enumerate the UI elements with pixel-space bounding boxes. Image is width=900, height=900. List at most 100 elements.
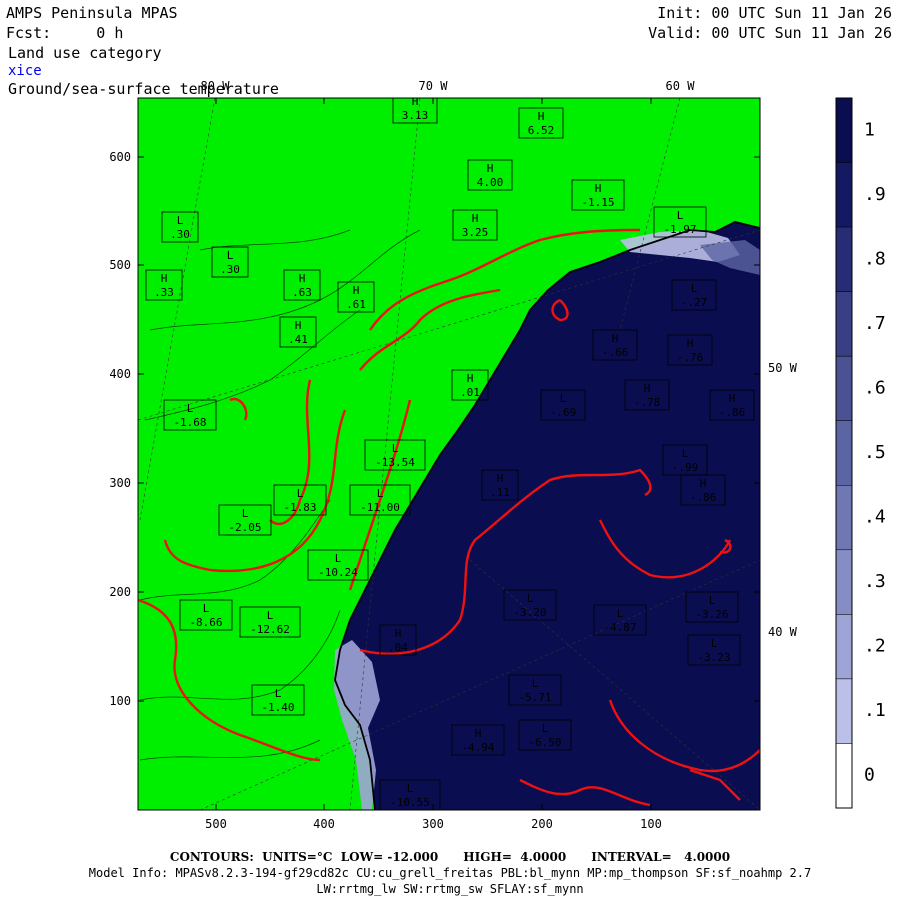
colorbar-segment — [835, 226, 853, 292]
extremum-value: -1.40 — [261, 701, 294, 714]
extremum-value: -1.83 — [283, 501, 316, 514]
extremum-value: 6.52 — [528, 124, 555, 137]
extremum-type: H — [161, 272, 168, 285]
extremum-type: L — [267, 609, 274, 622]
extremum-type: L — [227, 249, 234, 262]
longitude-label: 60 W — [666, 79, 696, 93]
extremum-type: H — [487, 162, 494, 175]
extremum-type: H — [538, 110, 545, 123]
colorbar-label: .6 — [864, 377, 886, 398]
extremum-value: -.76 — [677, 351, 704, 364]
extremum-type: L — [617, 607, 624, 620]
extremum-value: -.69 — [550, 406, 577, 419]
extremum-type: H — [395, 627, 402, 640]
extremum-value: .33 — [154, 286, 174, 299]
colorbar-segment — [835, 614, 853, 680]
extremum-value: -.78 — [634, 396, 661, 409]
extremum-value: .11 — [490, 486, 510, 499]
y-tick-label: 500 — [109, 258, 131, 272]
extremum-value: -11.00 — [360, 501, 400, 514]
extremum-type: L — [709, 594, 716, 607]
x-tick-label: 100 — [640, 817, 662, 831]
y-tick-label: 400 — [109, 367, 131, 381]
extremum-type: H — [687, 337, 694, 350]
longitude-label: 40 W — [768, 625, 798, 639]
colorbar-label: .4 — [864, 507, 886, 528]
colorbar-label: 1 — [864, 119, 875, 140]
colorbar-segment — [835, 485, 853, 551]
extremum-value: .61 — [346, 298, 366, 311]
extremum-value: -10.24 — [318, 566, 358, 579]
extremum-value: -1.15 — [581, 196, 614, 209]
colorbar-label: .5 — [864, 442, 886, 463]
longitude-label: 50 W — [768, 361, 798, 375]
y-tick-label: 100 — [109, 694, 131, 708]
extremum-value: 3.25 — [462, 226, 489, 239]
colorbar-label: 0 — [864, 765, 875, 786]
extremum-type: H — [612, 332, 619, 345]
extremum-type: H — [353, 284, 360, 297]
y-tick-label: 600 — [109, 150, 131, 164]
extremum-type: L — [187, 402, 194, 415]
map-plot-area: H3.13 H6.52H4.00H3.25L.30L.30H.33H.63 H.61… — [138, 98, 760, 810]
extremum-value: -.27 — [681, 296, 708, 309]
extremum-value: -2.05 — [228, 521, 261, 534]
x-tick-label: 200 — [531, 817, 553, 831]
extremum-value: 4.00 — [477, 176, 504, 189]
extremum-value: .41 — [288, 333, 308, 346]
extremum-value: -8.66 — [189, 616, 222, 629]
extremum-value: -12.62 — [250, 623, 290, 636]
extremum-type: H — [475, 727, 482, 740]
extremum-type: L — [527, 592, 534, 605]
colorbar: 1 .9 .8 .7 .6 .5 .4 .3 .2 .1 0 — [835, 97, 886, 809]
colorbar-label: .2 — [864, 636, 886, 657]
extremum-type: H — [700, 477, 707, 490]
colorbar-segment — [835, 549, 853, 615]
extremum-value: -1.97 — [663, 223, 696, 236]
extremum-type: L — [203, 602, 210, 615]
colorbar-segment — [835, 291, 853, 357]
extremum-value: -.86 — [690, 491, 717, 504]
map-panel: H3.13 H6.52H4.00H3.25L.30L.30H.33H.63 H.61… — [109, 79, 886, 831]
extremum-value: -3.26 — [695, 608, 728, 621]
extremum-type: L — [392, 442, 399, 455]
colorbar-segment — [835, 162, 853, 228]
colorbar-label: .3 — [864, 571, 886, 592]
extremum-value: -3.23 — [697, 651, 730, 664]
extremum-type: L — [275, 687, 282, 700]
extremum-value: -.66 — [602, 346, 629, 359]
extremum-type: L — [542, 722, 549, 735]
extremum-value: .63 — [292, 286, 312, 299]
extremum-type: L — [242, 507, 249, 520]
extremum-type: L — [682, 447, 689, 460]
extremum-value: .30 — [170, 228, 190, 241]
colorbar-label: .1 — [864, 700, 886, 721]
extremum-type: L — [377, 487, 384, 500]
extremum-value: -10.55 — [390, 796, 430, 809]
colorbar-segment — [835, 743, 853, 809]
x-tick-label: 400 — [313, 817, 335, 831]
extremum-value: -5.71 — [518, 691, 551, 704]
colorbar-label: .8 — [864, 248, 886, 269]
extremum-type: L — [691, 282, 698, 295]
colorbar-label: .9 — [864, 184, 886, 205]
extremum-type: L — [711, 637, 718, 650]
y-tick-label: 300 — [109, 476, 131, 490]
extremum-value: -.86 — [719, 406, 746, 419]
extremum-type: L — [177, 214, 184, 227]
extremum-type: H — [729, 392, 736, 405]
extremum-value: .30 — [220, 263, 240, 276]
extremum-type: H — [595, 182, 602, 195]
extremum-type: H — [295, 319, 302, 332]
extremum-type: L — [297, 487, 304, 500]
extremum-type: H — [644, 382, 651, 395]
extremum-value: 3.13 — [402, 109, 429, 122]
contours-info: CONTOURS: UNITS=°C LOW= -12.000 HIGH= 4.… — [169, 850, 731, 864]
longitude-label: 80 W — [201, 79, 231, 93]
extremum-value: -1.68 — [173, 416, 206, 429]
extremum-value: -4.94 — [461, 741, 494, 754]
extremum-type: L — [407, 782, 414, 795]
extremum-type: H — [472, 212, 479, 225]
y-tick-label: 200 — [109, 585, 131, 599]
extremum-type: L — [335, 552, 342, 565]
